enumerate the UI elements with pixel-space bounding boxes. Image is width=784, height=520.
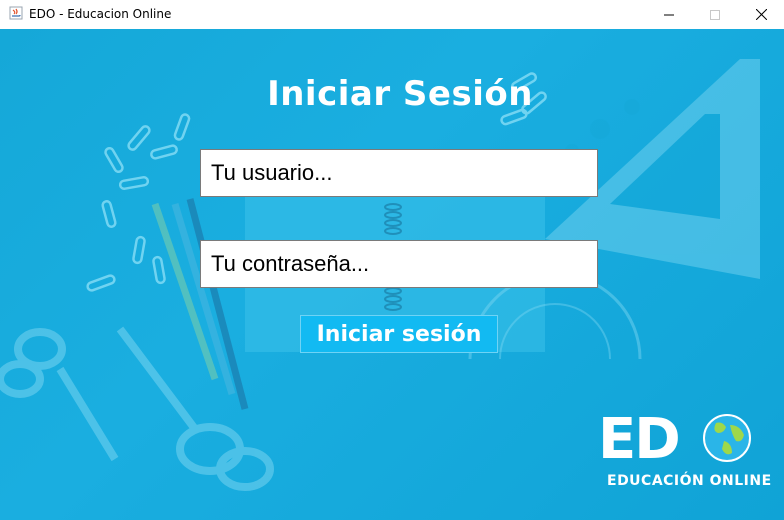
login-button[interactable]: Iniciar sesión bbox=[300, 315, 498, 353]
close-icon bbox=[755, 9, 767, 20]
title-bar: EDO - Educacion Online bbox=[0, 0, 784, 29]
app-window: EDO - Educacion Online Iniciar Sesión Tu… bbox=[0, 0, 784, 520]
maximize-icon bbox=[710, 9, 720, 20]
globe-icon bbox=[703, 414, 751, 462]
close-button[interactable] bbox=[738, 0, 784, 29]
minimize-button[interactable] bbox=[646, 0, 692, 29]
username-input[interactable] bbox=[209, 159, 597, 187]
login-panel: Iniciar Sesión Iniciar sesión ED EDUCACI… bbox=[0, 29, 784, 520]
java-app-icon bbox=[9, 6, 23, 20]
logo-tagline: EDUCACIÓN ONLINE bbox=[607, 473, 772, 489]
minimize-icon bbox=[664, 14, 674, 15]
username-field[interactable] bbox=[200, 149, 598, 197]
page-title: Iniciar Sesión bbox=[267, 74, 533, 114]
maximize-button[interactable] bbox=[692, 0, 738, 29]
window-title: EDO - Educacion Online bbox=[29, 7, 172, 21]
password-input[interactable] bbox=[209, 250, 597, 278]
logo-letters: ED bbox=[598, 407, 681, 472]
edo-logo: ED EDUCACIÓN ONLINE bbox=[598, 407, 771, 501]
password-field[interactable] bbox=[200, 240, 598, 288]
